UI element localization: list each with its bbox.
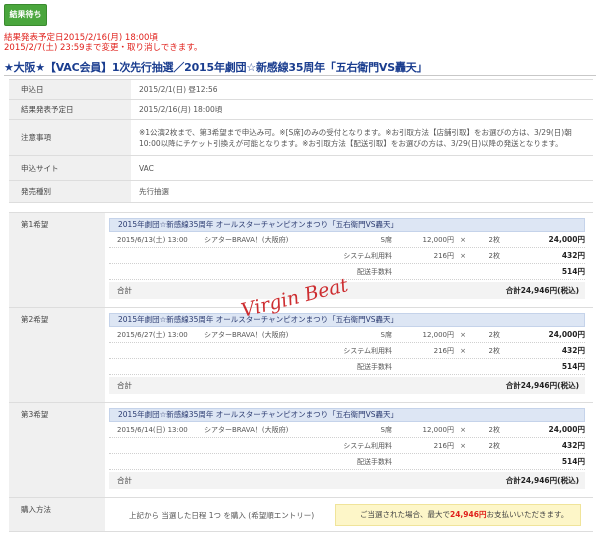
line-total: 514円: [561, 362, 585, 371]
unit-price: 12,000円: [422, 330, 455, 339]
info-label: 申込サイト: [9, 156, 131, 180]
line-item: システム利用料 216円 × 2枚 432円: [109, 438, 585, 454]
multiply-sign: ×: [460, 441, 466, 450]
multiply-sign: ×: [460, 425, 466, 434]
line-total: 24,000円: [548, 330, 585, 339]
item-name: 配送手数料: [357, 362, 392, 371]
performance-title: 2015年劇団☆新感線35周年 オールスターチャンピオンまつり「五右衛門VS轟天…: [109, 408, 585, 422]
sum-label: 合計: [117, 476, 132, 485]
wish-sum: 合計 合計24,946円(税込): [109, 472, 585, 489]
item-name: 配送手数料: [357, 267, 392, 276]
unit-price: 216円: [433, 346, 454, 355]
wish-detail: 2015年劇団☆新感線35周年 オールスターチャンピオンまつり「五右衛門VS轟天…: [105, 403, 593, 497]
payment-note: ご当選された場合、最大で24,946円お支払いいただきます。: [335, 504, 581, 526]
multiply-sign: ×: [460, 346, 466, 355]
notice-result-date: 結果発表予定日2015/2/16(月) 18:00頃: [4, 33, 158, 43]
performance-title: 2015年劇団☆新感線35周年 オールスターチャンピオンまつり「五右衛門VS轟天…: [109, 218, 585, 232]
info-row-result-date: 結果発表予定日 2015/2/16(月) 18:00頃: [9, 100, 593, 120]
title-divider: [4, 75, 596, 76]
line-item: システム利用料 216円 × 2枚 432円: [109, 343, 585, 359]
notice-change-deadline: 2015/2/7(土) 23:59まで変更・取り消しできます。: [4, 43, 203, 53]
line-total: 24,000円: [548, 235, 585, 244]
sum-label: 合計: [117, 381, 132, 390]
line-item: 配送手数料 514円: [109, 359, 585, 375]
multiply-sign: ×: [460, 251, 466, 260]
line-item: 2015/6/13(土) 13:00 シアターBRAVA！(大阪府) S席 12…: [109, 232, 585, 248]
payment-note-prefix: ご当選された場合、最大で: [360, 510, 450, 519]
info-row-sale-type: 発売種別 先行抽選: [9, 181, 593, 203]
info-value: ※1公演2枚まで、第3希望まで申込み可。※[S席]のみの受付となります。※お引取…: [139, 127, 572, 148]
info-value: 2015/2/1(日) 昼12:56: [139, 85, 218, 94]
venue: シアターBRAVA！(大阪府): [204, 235, 289, 244]
purchase-method: 上記から 当選した日程 1つ を購入 (希望順エントリー): [129, 511, 315, 520]
page-title: ★大阪★【VAC会員】1次先行抽選／2015年劇団☆新感線35周年「五右衛門VS…: [4, 61, 428, 74]
info-label: 注意事項: [9, 120, 131, 155]
line-item: システム利用料 216円 × 2枚 432円: [109, 248, 585, 264]
wish-label: 第2希望: [9, 308, 105, 402]
sum-value: 合計24,946円(税込): [505, 381, 579, 390]
wish-list: 第1希望 2015年劇団☆新感線35周年 オールスターチャンピオンまつり「五右衛…: [9, 212, 593, 532]
sum-value: 合計24,946円(税込): [505, 286, 579, 295]
info-label: 申込日: [9, 80, 131, 99]
quantity: 2枚: [488, 330, 500, 339]
application-info-table: 申込日 2015/2/1(日) 昼12:56 結果発表予定日 2015/2/16…: [9, 79, 593, 203]
venue: シアターBRAVA！(大阪府): [204, 330, 289, 339]
purchase-method-row: 購入方法 上記から 当選した日程 1つ を購入 (希望順エントリー) ご当選され…: [9, 498, 593, 532]
performance-title: 2015年劇団☆新感線35周年 オールスターチャンピオンまつり「五右衛門VS轟天…: [109, 313, 585, 327]
notice: 結果発表予定日2015/2/16(月) 18:00頃 2015/2/7(土) 2…: [4, 33, 202, 53]
info-row-notes: 注意事項 ※1公演2枚まで、第3希望まで申込み可。※[S席]のみの受付となります…: [9, 120, 593, 156]
unit-price: 12,000円: [422, 425, 455, 434]
line-item: 配送手数料 514円: [109, 264, 585, 280]
item-name: S席: [380, 425, 392, 434]
info-value: VAC: [139, 163, 154, 173]
line-total: 432円: [561, 251, 585, 260]
info-value: 先行抽選: [139, 187, 169, 196]
item-name: システム利用料: [343, 346, 392, 355]
item-name: 配送手数料: [357, 457, 392, 466]
wish-row-2: 第2希望 2015年劇団☆新感線35周年 オールスターチャンピオンまつり「五右衛…: [9, 308, 593, 403]
line-item: 2015/6/27(土) 13:00 シアターBRAVA！(大阪府) S席 12…: [109, 327, 585, 343]
quantity: 2枚: [488, 441, 500, 450]
payment-note-suffix: お支払いいただきます。: [486, 510, 569, 519]
info-row-site: 申込サイト VAC: [9, 156, 593, 181]
quantity: 2枚: [488, 346, 500, 355]
info-value: 2015/2/16(月) 18:00頃: [139, 105, 223, 114]
quantity: 2枚: [488, 235, 500, 244]
quantity: 2枚: [488, 425, 500, 434]
line-total: 24,000円: [548, 425, 585, 434]
line-item: 2015/6/14(日) 13:00 シアターBRAVA！(大阪府) S席 12…: [109, 422, 585, 438]
info-row-apply-date: 申込日 2015/2/1(日) 昼12:56: [9, 80, 593, 100]
wish-label: 第3希望: [9, 403, 105, 497]
unit-price: 216円: [433, 251, 454, 260]
wish-detail: 2015年劇団☆新感線35周年 オールスターチャンピオンまつり「五右衛門VS轟天…: [105, 308, 593, 402]
item-name: S席: [380, 235, 392, 244]
performance-date: 2015/6/14(日) 13:00: [117, 425, 188, 434]
performance-date: 2015/6/27(土) 13:00: [117, 330, 188, 339]
wish-row-3: 第3希望 2015年劇団☆新感線35周年 オールスターチャンピオンまつり「五右衛…: [9, 403, 593, 498]
item-name: システム利用料: [343, 251, 392, 260]
purchase-label: 購入方法: [9, 498, 105, 531]
line-total: 432円: [561, 346, 585, 355]
quantity: 2枚: [488, 251, 500, 260]
line-total: 432円: [561, 441, 585, 450]
venue: シアターBRAVA！(大阪府): [204, 425, 289, 434]
info-label: 結果発表予定日: [9, 100, 131, 119]
payment-amount: 24,946円: [450, 510, 487, 519]
info-label: 発売種別: [9, 181, 131, 202]
line-total: 514円: [561, 457, 585, 466]
item-name: S席: [380, 330, 392, 339]
sum-value: 合計24,946円(税込): [505, 476, 579, 485]
unit-price: 12,000円: [422, 235, 455, 244]
status-pending-button[interactable]: 結果待ち: [4, 4, 47, 26]
line-total: 514円: [561, 267, 585, 276]
item-name: システム利用料: [343, 441, 392, 450]
multiply-sign: ×: [460, 330, 466, 339]
line-item: 配送手数料 514円: [109, 454, 585, 470]
wish-label: 第1希望: [9, 213, 105, 307]
performance-date: 2015/6/13(土) 13:00: [117, 235, 188, 244]
wish-sum: 合計 合計24,946円(税込): [109, 377, 585, 394]
unit-price: 216円: [433, 441, 454, 450]
multiply-sign: ×: [460, 235, 466, 244]
